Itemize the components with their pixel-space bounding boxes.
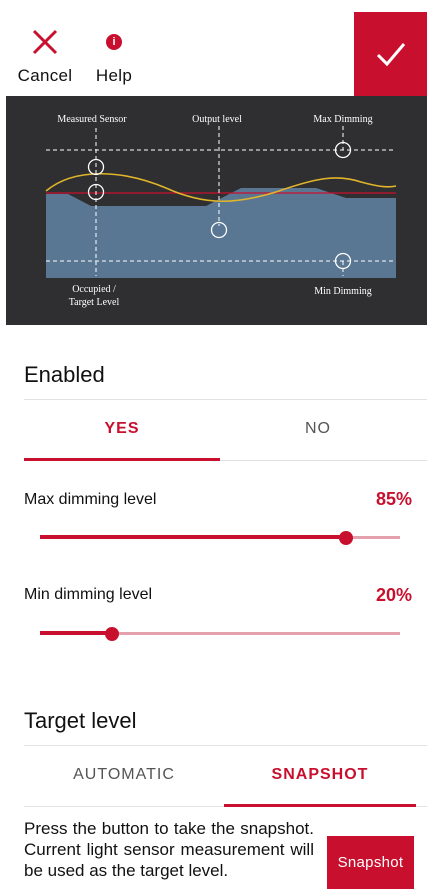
help-button[interactable]: i Help <box>92 26 136 86</box>
tab-yes-indicator <box>24 458 220 461</box>
dimming-diagram: Measured Sensor Output level Max Dimming… <box>6 96 427 325</box>
max-dimming-label: Max dimming level <box>24 491 157 508</box>
help-label: Help <box>95 66 133 85</box>
top-bar: Cancel i Help <box>0 0 427 96</box>
dimming-illustration: Measured Sensor Output level Max Dimming… <box>45 114 397 308</box>
tab-automatic[interactable]: AUTOMATIC <box>24 746 224 804</box>
snapshot-button[interactable]: Snapshot <box>327 836 414 889</box>
enabled-tabs: YES NO <box>24 399 427 461</box>
target-tabs: AUTOMATIC SNAPSHOT <box>24 745 427 807</box>
occupied-label-line1: Occupied / <box>72 284 116 295</box>
max-dimming-slider[interactable] <box>40 528 400 548</box>
tab-yes[interactable]: YES <box>24 400 220 458</box>
slider-thumb[interactable] <box>105 627 119 641</box>
slider-fill <box>40 535 346 539</box>
confirm-button[interactable] <box>354 12 427 96</box>
cancel-label: Cancel <box>17 66 73 85</box>
tab-no[interactable]: NO <box>220 400 416 458</box>
min-dimming-slider[interactable] <box>40 624 400 644</box>
slider-fill <box>40 631 112 635</box>
occupied-label-line2: Target Level <box>69 297 120 308</box>
cancel-button[interactable]: Cancel <box>15 26 75 86</box>
checkmark-icon <box>376 43 406 67</box>
enabled-title: Enabled <box>24 362 105 387</box>
min-dimming-label: Min dimming level <box>24 586 153 603</box>
max-dimming-label: Max Dimming <box>313 114 372 125</box>
min-dimming-label: Min Dimming <box>314 286 372 297</box>
slider-thumb[interactable] <box>339 531 353 545</box>
sensor-curve <box>45 172 397 203</box>
close-icon <box>32 29 58 55</box>
tab-snapshot-indicator <box>224 804 416 807</box>
tab-snapshot[interactable]: SNAPSHOT <box>224 746 416 804</box>
measured-sensor-label: Measured Sensor <box>57 114 127 125</box>
info-icon: i <box>106 34 122 50</box>
output-level-label: Output level <box>192 114 242 125</box>
snapshot-description: Press the button to take the snapshot. C… <box>24 819 314 880</box>
min-dimming-value: 20% <box>375 585 412 605</box>
target-level-title: Target level <box>24 708 137 733</box>
max-dimming-value: 85% <box>375 489 412 509</box>
